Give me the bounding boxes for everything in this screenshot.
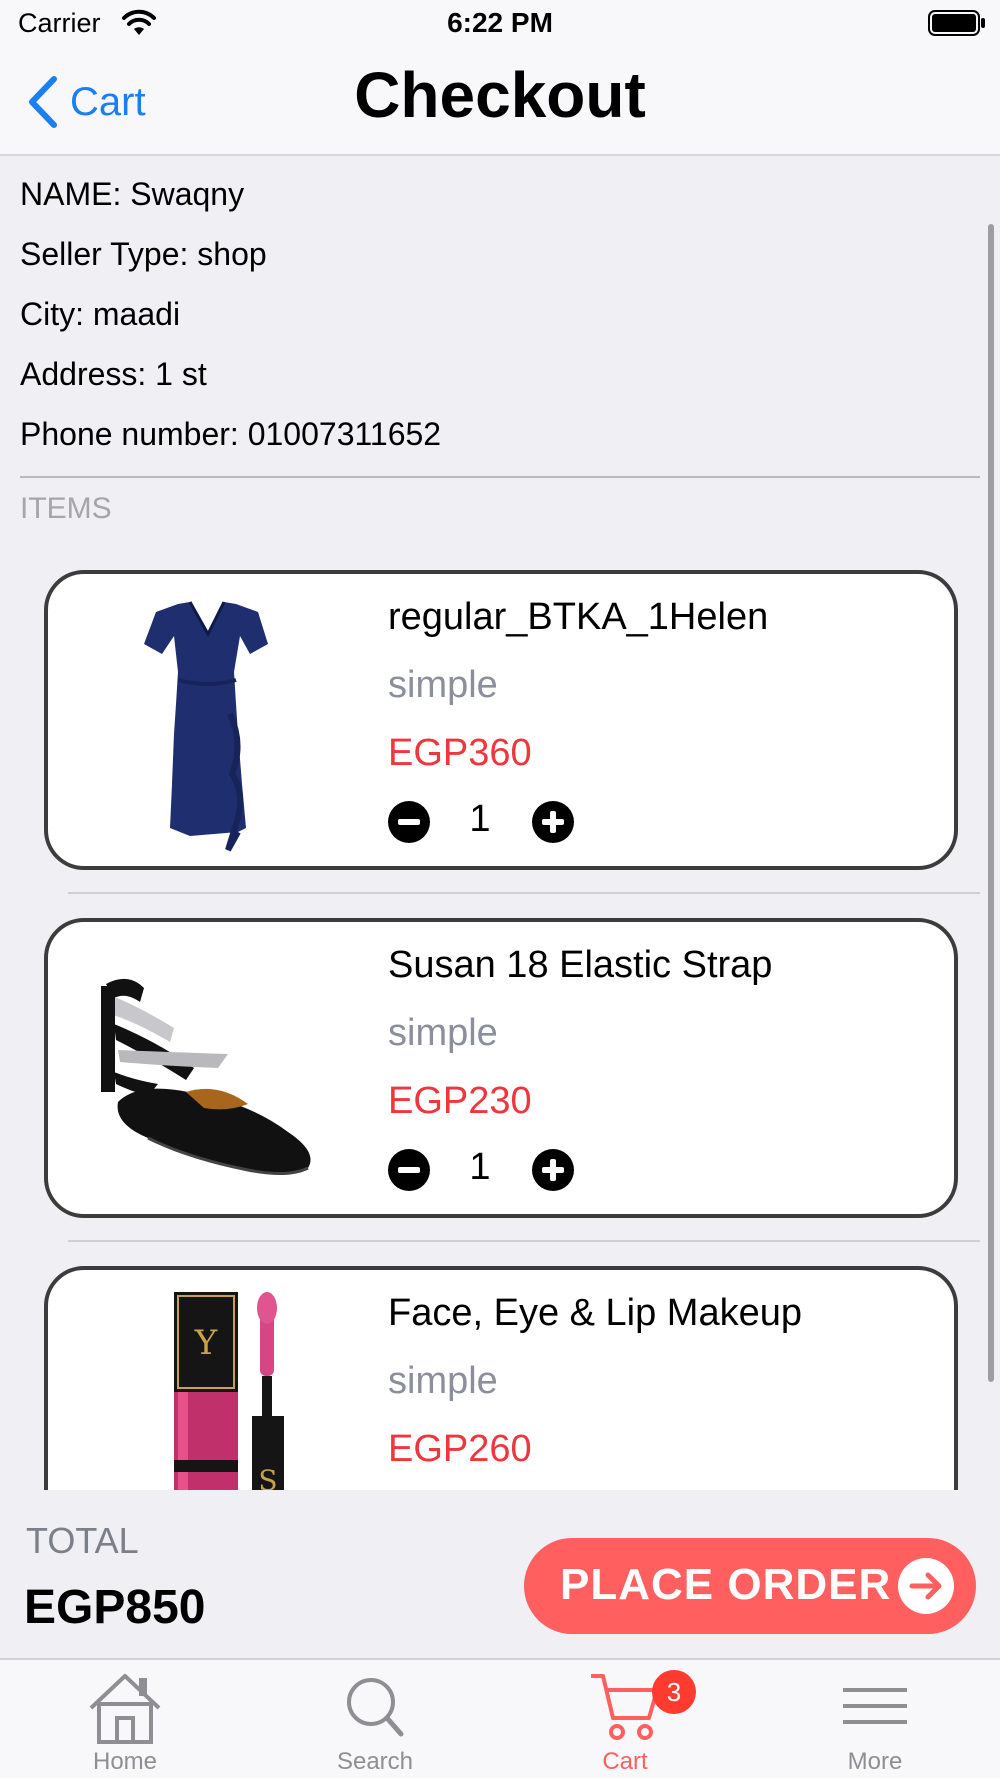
tab-home[interactable]: Home xyxy=(0,1660,250,1778)
quantity-stepper: 1 xyxy=(388,1146,574,1194)
cart-count-badge: 3 xyxy=(652,1670,696,1714)
cart-item-card[interactable]: regular_BTKA_1Helen simple EGP360 1 xyxy=(44,570,958,870)
item-name: regular_BTKA_1Helen xyxy=(388,596,769,638)
tab-label: Cart xyxy=(602,1748,648,1775)
tab-label: More xyxy=(847,1748,903,1775)
item-name: Susan 18 Elastic Strap xyxy=(388,944,773,986)
plus-circle-icon[interactable] xyxy=(532,1149,574,1191)
item-name: Face, Eye & Lip Makeup xyxy=(388,1292,802,1334)
item-separator xyxy=(68,892,980,894)
minus-circle-icon[interactable] xyxy=(388,1149,430,1191)
quantity-value: 1 xyxy=(469,798,491,840)
item-price: EGP230 xyxy=(388,1080,532,1122)
black-flat-shoe-icon xyxy=(101,978,311,1175)
checkout-screen: Carrier 6:22 PM Cart Checkout NAME: Swaq… xyxy=(0,0,1000,1778)
quantity-stepper: 1 xyxy=(388,798,574,846)
arrow-right-circle-icon xyxy=(898,1558,954,1614)
tab-cart[interactable]: 3 Cart xyxy=(500,1660,750,1778)
lipstick-icon: Y S xyxy=(174,1292,284,1490)
seller-info: NAME: Swaqny Seller Type: shop City: maa… xyxy=(20,164,980,464)
total-bar: TOTAL EGP850 PLACE ORDER xyxy=(0,1490,1000,1658)
seller-phone: Phone number: 01007311652 xyxy=(20,416,442,452)
minus-circle-icon[interactable] xyxy=(388,801,430,843)
blue-dress-icon xyxy=(144,601,268,852)
search-icon xyxy=(347,1678,404,1737)
page-title: Checkout xyxy=(354,59,646,131)
tab-label: Home xyxy=(92,1748,158,1775)
quantity-value: 1 xyxy=(469,1146,491,1188)
item-price: EGP260 xyxy=(388,1428,532,1470)
seller-city: City: maadi xyxy=(20,296,181,332)
menu-icon xyxy=(843,1688,907,1724)
svg-text:S: S xyxy=(258,1464,277,1490)
home-icon xyxy=(89,1674,161,1744)
battery-icon xyxy=(928,10,985,36)
tab-bar: Home Search 3 Cart More xyxy=(0,1658,1000,1778)
tab-more[interactable]: More xyxy=(750,1660,1000,1778)
place-order-button[interactable]: PLACE ORDER xyxy=(524,1538,976,1634)
plus-circle-icon[interactable] xyxy=(532,801,574,843)
cart-icon xyxy=(591,1674,659,1740)
total-amount: EGP850 xyxy=(24,1581,206,1634)
seller-address: Address: 1 st xyxy=(20,356,207,392)
scroll-indicator[interactable] xyxy=(988,224,994,1382)
item-type: simple xyxy=(388,664,498,706)
item-separator xyxy=(68,1240,980,1242)
checkout-content[interactable]: NAME: Swaqny Seller Type: shop City: maa… xyxy=(0,156,1000,1490)
item-type: simple xyxy=(388,1360,498,1402)
navigation-bar: Cart Checkout xyxy=(0,52,1000,156)
place-order-label: PLACE ORDER xyxy=(560,1560,892,1609)
cart-item-card[interactable]: Y S Face, Eye & Lip Makeup simple EGP260… xyxy=(44,1266,958,1490)
seller-type: Seller Type: shop xyxy=(20,236,267,272)
item-price: EGP360 xyxy=(388,732,532,774)
divider xyxy=(20,476,980,478)
clock: 6:22 PM xyxy=(447,7,553,38)
cart-item-card[interactable]: Susan 18 Elastic Strap simple EGP230 1 xyxy=(44,918,958,1218)
seller-name: NAME: Swaqny xyxy=(20,176,245,212)
tab-search[interactable]: Search xyxy=(250,1660,500,1778)
item-type: simple xyxy=(388,1012,498,1054)
tab-label: Search xyxy=(336,1748,414,1775)
total-label: TOTAL xyxy=(26,1520,139,1561)
status-bar: Carrier 6:22 PM xyxy=(0,0,1000,52)
items-section-header: ITEMS xyxy=(20,492,112,525)
svg-text:Y: Y xyxy=(194,1323,218,1363)
